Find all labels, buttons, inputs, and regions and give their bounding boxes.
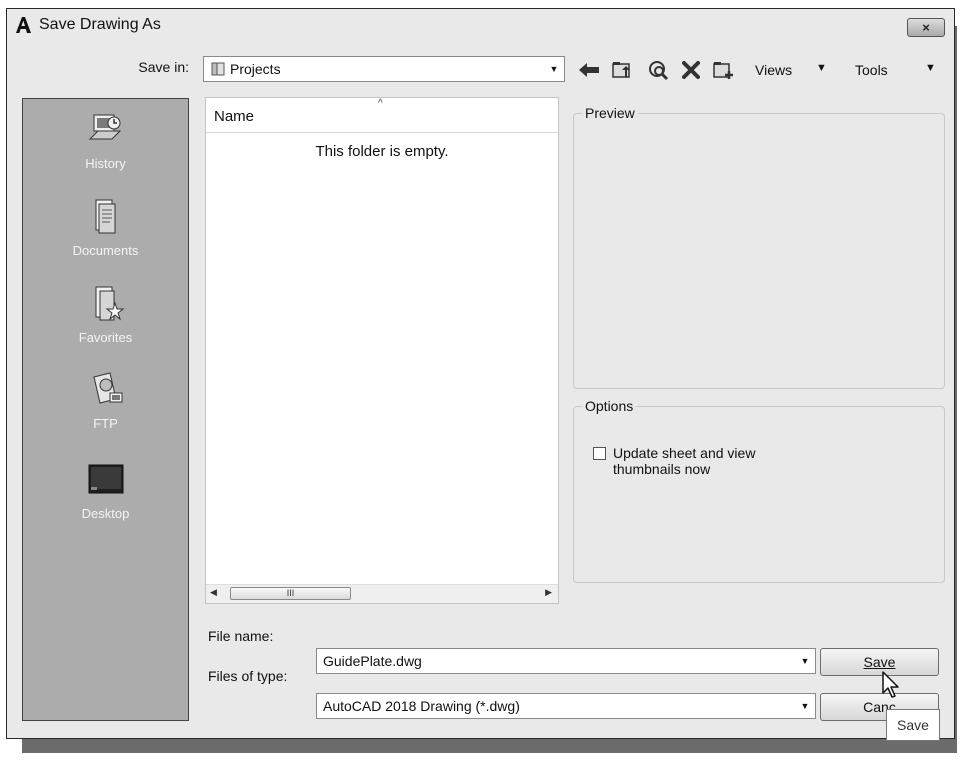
places-label: FTP — [93, 416, 118, 431]
search-web-button[interactable] — [646, 58, 670, 82]
folder-icon — [211, 62, 225, 76]
preview-group: Preview — [573, 105, 945, 389]
save-in-label: Save in: — [138, 59, 189, 75]
new-folder-button[interactable] — [711, 58, 735, 82]
sort-ascending-icon: ^ — [378, 98, 383, 109]
delete-icon — [682, 61, 700, 79]
update-thumbnails-label: Update sheet and view thumbnails now — [613, 445, 755, 477]
documents-icon — [95, 199, 115, 234]
tools-label: Tools — [855, 62, 888, 78]
places-item-documents[interactable]: Documents — [23, 196, 188, 258]
delete-button[interactable] — [679, 58, 703, 82]
horizontal-scrollbar[interactable]: ◀ III ▶ — [206, 584, 558, 603]
chevron-down-icon: ▼ — [549, 64, 559, 74]
column-name-label: Name — [214, 108, 255, 125]
scroll-right-icon[interactable]: ▶ — [545, 587, 552, 598]
file-list[interactable]: Name ^ This folder is empty. ◀ III ▶ — [205, 97, 559, 604]
files-of-type-label: Files of type: — [208, 668, 288, 684]
close-icon: × — [922, 20, 930, 35]
history-icon — [88, 114, 121, 140]
up-folder-button[interactable] — [610, 58, 634, 82]
close-button[interactable]: × — [907, 18, 945, 37]
up-folder-icon — [612, 62, 630, 78]
options-title: Options — [582, 398, 637, 414]
scroll-left-icon[interactable]: ◀ — [210, 587, 217, 598]
ftp-icon — [92, 372, 122, 404]
update-thumbnails-checkbox[interactable] — [593, 447, 606, 460]
title-bar: Save Drawing As × — [7, 9, 954, 43]
save-in-value: Projects — [230, 61, 281, 77]
tools-menu[interactable]: Tools — [855, 62, 888, 78]
files-of-type-dropdown[interactable]: AutoCAD 2018 Drawing (*.dwg) ▼ — [316, 693, 816, 719]
save-button[interactable]: Save — [820, 648, 939, 676]
places-bar: History Documents Favorites FTP Desktop — [22, 98, 189, 721]
scrollbar-thumb[interactable]: III — [230, 587, 351, 600]
places-item-desktop[interactable]: Desktop — [23, 459, 188, 521]
desktop-icon — [88, 464, 123, 494]
back-button[interactable] — [577, 58, 601, 82]
search-web-icon — [649, 61, 669, 81]
checkbox-label-line1: Update sheet and view — [613, 445, 756, 461]
tools-dropdown-icon[interactable]: ▼ — [925, 62, 936, 74]
back-icon — [579, 63, 599, 77]
checkbox-label-line2: thumbnails now — [613, 461, 711, 477]
places-label: Favorites — [78, 330, 133, 345]
mouse-cursor-icon — [882, 671, 899, 698]
places-label: History — [85, 156, 126, 171]
preview-title: Preview — [582, 105, 638, 121]
chevron-down-icon[interactable]: ▼ — [799, 649, 811, 673]
chevron-down-icon[interactable]: ▼ — [799, 694, 811, 718]
file-name-label: File name: — [208, 628, 274, 644]
views-menu[interactable]: Views — [755, 62, 792, 78]
places-label: Desktop — [81, 506, 130, 521]
empty-folder-message: This folder is empty. — [315, 143, 449, 160]
autocad-logo-icon — [13, 15, 33, 35]
save-in-dropdown[interactable]: Projects ▼ — [203, 56, 565, 82]
places-item-history[interactable]: History — [23, 109, 188, 171]
new-folder-icon — [713, 62, 733, 79]
places-item-ftp[interactable]: FTP — [23, 369, 188, 431]
files-of-type-value: AutoCAD 2018 Drawing (*.dwg) — [323, 698, 520, 714]
places-item-favorites[interactable]: Favorites — [23, 283, 188, 345]
file-name-input[interactable]: GuidePlate.dwg ▼ — [316, 648, 816, 674]
views-dropdown-icon[interactable]: ▼ — [816, 62, 827, 74]
column-header-name[interactable]: Name ^ — [206, 98, 558, 133]
favorites-icon — [95, 286, 124, 321]
views-label: Views — [755, 62, 793, 78]
options-group: Options Update sheet and view thumbnails… — [573, 398, 945, 583]
save-tooltip: Save — [886, 709, 940, 741]
dialog-title: Save Drawing As — [39, 16, 161, 33]
save-button-label: Save — [863, 654, 896, 670]
file-name-value: GuidePlate.dwg — [323, 653, 422, 669]
save-drawing-dialog: Save Drawing As × Save in: Projects ▼ Vi… — [6, 8, 955, 739]
places-label: Documents — [72, 243, 139, 258]
